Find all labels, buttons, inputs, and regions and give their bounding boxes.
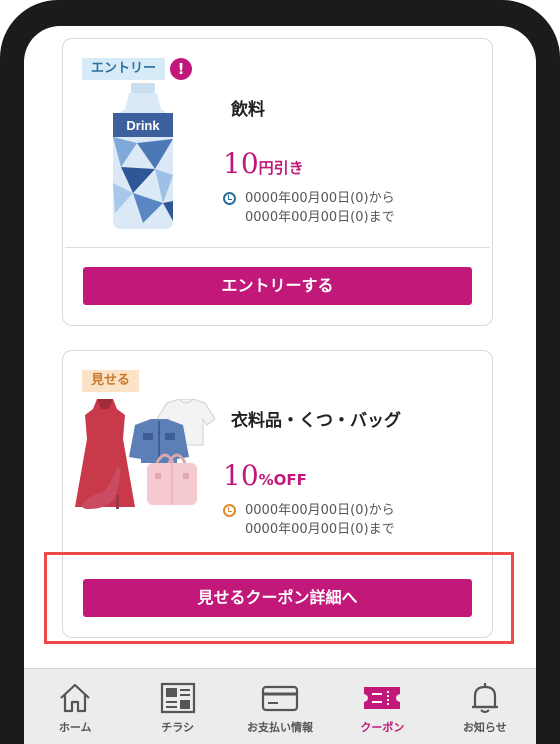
period-from: 0000年00月00日(0)から (245, 503, 395, 518)
drink-label-text: Drink (126, 118, 160, 133)
coupon-card-drink: エントリー ! Drink 飲料 10円引き 0000年00月00日(0)から … (62, 38, 493, 326)
coupon-period: 0000年00月00日(0)から 0000年00月00日(0)まで (223, 501, 395, 539)
screen: エントリー ! Drink 飲料 10円引き 0000年00月00日(0)から … (24, 26, 536, 744)
home-icon (60, 683, 90, 713)
entry-tag: エントリー (82, 58, 166, 80)
tab-notice[interactable]: お知らせ (434, 669, 536, 744)
discount-value: 10 (223, 459, 259, 492)
discount-unit: %OFF (258, 471, 307, 489)
bell-icon (471, 683, 498, 713)
show-tag: 見せる (82, 370, 140, 392)
tab-label: クーポン (360, 721, 405, 734)
tab-label: お知らせ (462, 721, 507, 734)
flyer-icon (160, 682, 195, 714)
coupon-title: 衣料品・くつ・バッグ (231, 411, 401, 431)
tab-label: ホーム (58, 721, 92, 734)
clock-icon (223, 192, 236, 205)
clock-icon (223, 504, 236, 517)
coupon-title: 飲料 (231, 100, 265, 120)
tab-flyer[interactable]: チラシ (126, 669, 228, 744)
period-to: 0000年00月00日(0)まで (245, 210, 395, 225)
discount: 10%OFF (223, 459, 307, 492)
discount-unit: 円引き (258, 159, 304, 177)
tab-bar: ホーム チラシ お支払い情報 クーポン お知らせ (24, 668, 536, 744)
card-icon (261, 685, 299, 712)
coupon-icon (364, 687, 401, 709)
period-from: 0000年00月00日(0)から (245, 191, 395, 206)
card-divider (65, 247, 490, 248)
tab-label: お支払い情報 (247, 721, 314, 734)
discount: 10円引き (223, 147, 304, 180)
apparel-image (75, 399, 215, 509)
show-coupon-detail-button[interactable]: 見せるクーポン詳細へ (83, 579, 472, 617)
tab-home[interactable]: ホーム (24, 669, 126, 744)
tab-coupon[interactable]: クーポン (331, 669, 433, 744)
alert-icon: ! (170, 58, 192, 80)
discount-value: 10 (223, 147, 259, 180)
tab-payment[interactable]: お支払い情報 (229, 669, 331, 744)
tab-label: チラシ (161, 721, 194, 734)
phone-frame: エントリー ! Drink 飲料 10円引き 0000年00月00日(0)から … (0, 0, 560, 744)
period-to: 0000年00月00日(0)まで (245, 522, 395, 537)
coupon-period: 0000年00月00日(0)から 0000年00月00日(0)まで (223, 189, 395, 227)
coupon-card-apparel: 見せる 衣料品・くつ・バッグ 10%OFF 0000年00月00日(0)から 0… (62, 350, 493, 638)
drink-bottle-image: Drink (113, 83, 173, 229)
entry-button[interactable]: エントリーする (83, 267, 472, 305)
